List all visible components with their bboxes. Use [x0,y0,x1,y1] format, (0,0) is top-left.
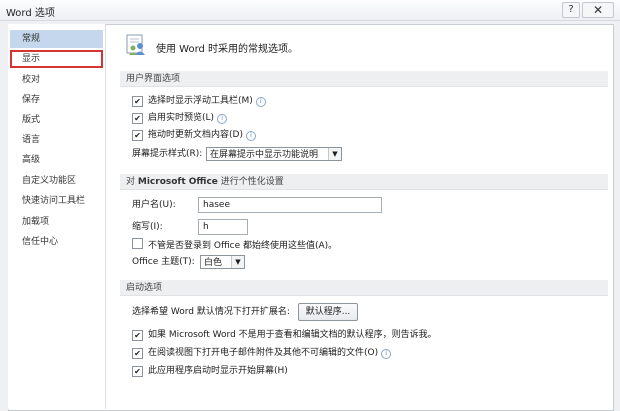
initials-label: 缩写(I): [132,222,163,232]
help-button[interactable]: ? [562,2,580,18]
info-icon: i [217,114,228,124]
section-title-product: Microsoft Office [137,177,218,187]
screentip-style-label: 屏幕提示样式(R): [132,149,203,159]
checkbox[interactable]: ✔ [132,348,143,359]
sidebar-item-proofing[interactable]: 校对 [10,71,103,89]
sidebar-item-customize-ribbon[interactable]: 自定义功能区 [10,172,103,190]
sidebar-item-advanced[interactable]: 高级 [10,151,103,169]
option-label: 拖动时更新文档内容(D) [148,130,243,140]
chevron-down-icon[interactable]: ▼ [231,256,244,268]
option-label: 选择时显示浮动工具栏(M) [148,96,253,106]
office-theme-select[interactable]: 白色 ▼ [200,255,245,269]
username-label: 用户名(U): [132,200,176,210]
option-label: 不管是否登录到 Office 都始终使用这些值(A)。 [148,241,338,251]
chevron-down-icon[interactable]: ▼ [328,148,341,160]
option-live-preview[interactable]: ✔ 启用实时预览(L) i [132,111,228,125]
section-personalize: 对 Microsoft Office 进行个性化设置 [120,174,608,190]
section-title-prefix: 对 [126,177,136,187]
page-header: 使用 Word 时采用的常规选项。 [156,44,299,55]
sidebar-item-language[interactable]: 语言 [10,131,103,149]
checkbox[interactable]: ✔ [132,330,143,341]
section-ui-options: 用户界面选项 [120,71,608,87]
checkbox[interactable]: ✔ [132,130,143,141]
sidebar-item-layout[interactable]: 版式 [10,111,103,129]
option-tell-if-not-default[interactable]: ✔ 如果 Microsoft Word 不是用于查看和编辑文档的默认程序，则告诉我… [132,328,437,342]
close-button[interactable]: ✕ [582,2,614,18]
sidebar-item-display[interactable]: 显示 [10,50,103,68]
option-label: 此应用程序启动时显示开始屏幕(H) [148,366,288,376]
default-extensions-label: 选择希望 Word 默认情况下打开扩展名: [132,307,290,317]
select-value: 白色 [204,258,223,268]
info-icon: i [381,349,392,359]
option-show-start-screen[interactable]: ✔ 此应用程序启动时显示开始屏幕(H) [132,364,288,378]
sidebar-item-quick-access-toolbar[interactable]: 快速访问工具栏 [10,192,103,210]
option-update-while-dragging[interactable]: ✔ 拖动时更新文档内容(D) i [132,128,256,142]
checkbox[interactable]: ✔ [132,366,143,377]
sidebar-item-add-ins[interactable]: 加载项 [10,213,103,231]
section-title-suffix: 进行个性化设置 [220,177,284,187]
sidebar-item-trust-center[interactable]: 信任中心 [10,233,103,251]
option-mini-toolbar[interactable]: ✔ 选择时显示浮动工具栏(M) i [132,94,266,108]
section-startup-options: 启动选项 [120,280,608,296]
checkbox[interactable]: ✔ [132,113,143,124]
option-label: 启用实时预览(L) [148,113,215,123]
title-bar: Word 选项 ? ✕ [0,0,620,21]
option-open-attachments-reading-view[interactable]: ✔ 在阅读视图下打开电子邮件附件及其他不可编辑的文件(O) i [132,346,392,360]
settings-people-icon [126,34,145,55]
main-panel: 使用 Word 时采用的常规选项。 用户界面选项 ✔ 选择时显示浮动工具栏(M) i… [112,24,608,409]
sidebar: 常规 显示 校对 保存 版式 语言 高级 自定义功能区 快速访问工具栏 加载项 … [8,24,106,409]
info-icon: i [245,131,256,141]
sidebar-item-save[interactable]: 保存 [10,91,103,109]
sidebar-item-general[interactable]: 常规 [10,30,103,48]
username-input[interactable]: hasee [198,197,382,213]
option-always-use-values[interactable]: 不管是否登录到 Office 都始终使用这些值(A)。 [132,238,337,252]
default-programs-button[interactable]: 默认程序... [298,303,358,321]
screentip-style-select[interactable]: 在屏幕提示中显示功能说明 ▼ [206,147,342,161]
option-label: 在阅读视图下打开电子邮件附件及其他不可编辑的文件(O) [148,348,379,358]
checkbox[interactable] [132,238,143,249]
checkbox[interactable]: ✔ [132,96,143,107]
info-icon: i [255,97,266,107]
select-value: 在屏幕提示中显示功能说明 [210,150,319,160]
initials-input[interactable]: h [198,219,248,235]
option-label: 如果 Microsoft Word 不是用于查看和编辑文档的默认程序，则告诉我。 [148,330,437,340]
office-theme-label: Office 主题(T): [132,257,195,267]
window-title: Word 选项 [6,8,55,19]
